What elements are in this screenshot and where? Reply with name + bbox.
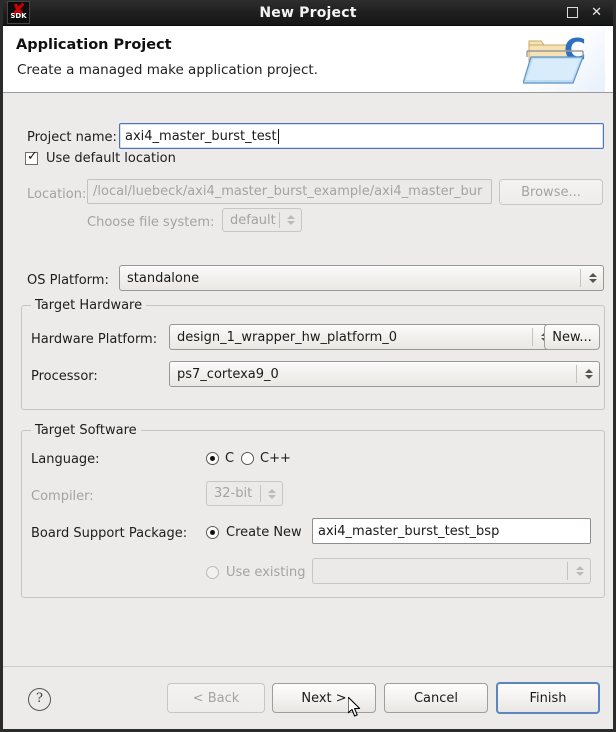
cancel-button[interactable]: Cancel [384,683,488,713]
dialog-body: Project name: axi4_master_burst_test ✓ U… [3,93,613,666]
bsp-use-existing-combo [312,558,591,584]
location-label: Location: [27,187,87,202]
location-input: /local/luebeck/axi4_master_burst_example… [87,179,492,204]
chevron-updown-icon [585,362,593,386]
chevron-updown-icon [268,482,276,505]
language-cpp-label: C++ [260,451,291,466]
browse-button: Browse... [499,179,603,205]
bsp-radio-create-new[interactable]: Create New [206,525,302,540]
title-bar: ✘ SDK New Project ✕ [3,0,613,26]
bsp-create-new-value: axi4_master_burst_test_bsp [318,523,500,539]
choose-file-system-label: Choose file system: [87,215,215,230]
target-hardware-group: Target Hardware Hardware Platform: desig… [21,298,605,410]
project-name-value: axi4_master_burst_test [125,128,277,144]
os-platform-label: OS Platform: [27,273,109,288]
os-platform-value: standalone [127,270,200,286]
processor-combo[interactable]: ps7_cortexa9_0 [169,361,600,387]
processor-label: Processor: [31,369,98,384]
chevron-updown-icon [576,559,584,583]
checkmark-icon: ✓ [27,149,38,164]
page-description: Create a managed make application projec… [17,62,318,78]
finish-button[interactable]: Finish [496,682,600,714]
compiler-combo: 32-bit [206,481,283,506]
next-button[interactable]: Next > [272,683,376,713]
window-controls: ✕ [567,6,613,19]
project-name-label: Project name: [27,130,117,145]
location-value: /local/luebeck/axi4_master_burst_example… [93,184,483,199]
chevron-updown-icon [589,266,597,290]
help-icon[interactable]: ? [28,688,51,711]
combo-separator [580,269,581,287]
language-c-label: C [225,451,235,466]
choose-file-system-combo: default [222,208,302,232]
combo-separator [532,328,533,346]
close-icon[interactable]: ✕ [591,6,602,19]
language-label: Language: [31,452,100,467]
radio-use-existing-icon [206,566,219,579]
page-title: Application Project [16,37,172,53]
combo-separator [260,485,261,502]
radio-create-new-icon [206,526,219,539]
radio-cpp-icon [241,452,254,465]
sdk-logo-text: SDK [10,12,27,20]
language-radio-c[interactable]: C [206,451,234,466]
compiler-value: 32-bit [214,486,253,501]
combo-separator [567,562,568,580]
radio-c-icon [206,452,219,465]
bsp-create-new-label: Create New [226,525,302,540]
new-hardware-platform-button[interactable]: New... [544,324,600,350]
checkbox-box-icon: ✓ [25,149,38,165]
choose-file-system-value: default [230,212,276,228]
bsp-create-new-input[interactable]: axi4_master_burst_test_bsp [312,518,591,544]
combo-separator [576,365,577,383]
hardware-platform-value: design_1_wrapper_hw_platform_0 [177,329,398,345]
processor-value: ps7_cortexa9_0 [177,366,279,382]
c-project-folder-icon: C [509,26,605,92]
dialog-footer: ? < Back Next > Cancel Finish [3,666,613,729]
back-button: < Back [167,683,265,713]
bsp-radio-use-existing: Use existing [206,565,305,580]
bsp-use-existing-label: Use existing [226,565,306,580]
project-name-input[interactable]: axi4_master_burst_test [119,123,604,149]
combo-separator [279,212,280,228]
hardware-platform-combo[interactable]: design_1_wrapper_hw_platform_0 [169,324,556,350]
sdk-logo-icon: ✘ SDK [7,1,30,24]
chevron-updown-icon [287,209,295,231]
use-default-location-checkbox[interactable]: ✓ Use default location [25,149,176,166]
maximize-icon[interactable] [567,7,579,18]
window-title: New Project [259,4,357,21]
target-software-group-title: Target Software [31,423,141,438]
compiler-label: Compiler: [31,489,94,504]
language-radio-cpp[interactable]: C++ [241,451,291,466]
use-default-location-label: Use default location [46,151,176,166]
new-project-dialog: ✘ SDK New Project ✕ Application Project … [0,0,616,732]
hardware-platform-label: Hardware Platform: [31,332,158,347]
os-platform-combo[interactable]: standalone [119,265,604,291]
bsp-label: Board Support Package: [31,526,188,541]
target-software-group: Target Software Language: C C++ Compiler… [21,423,605,598]
dialog-header: Application Project Create a managed mak… [3,26,613,93]
text-caret [277,128,279,144]
target-hardware-group-title: Target Hardware [31,298,147,313]
